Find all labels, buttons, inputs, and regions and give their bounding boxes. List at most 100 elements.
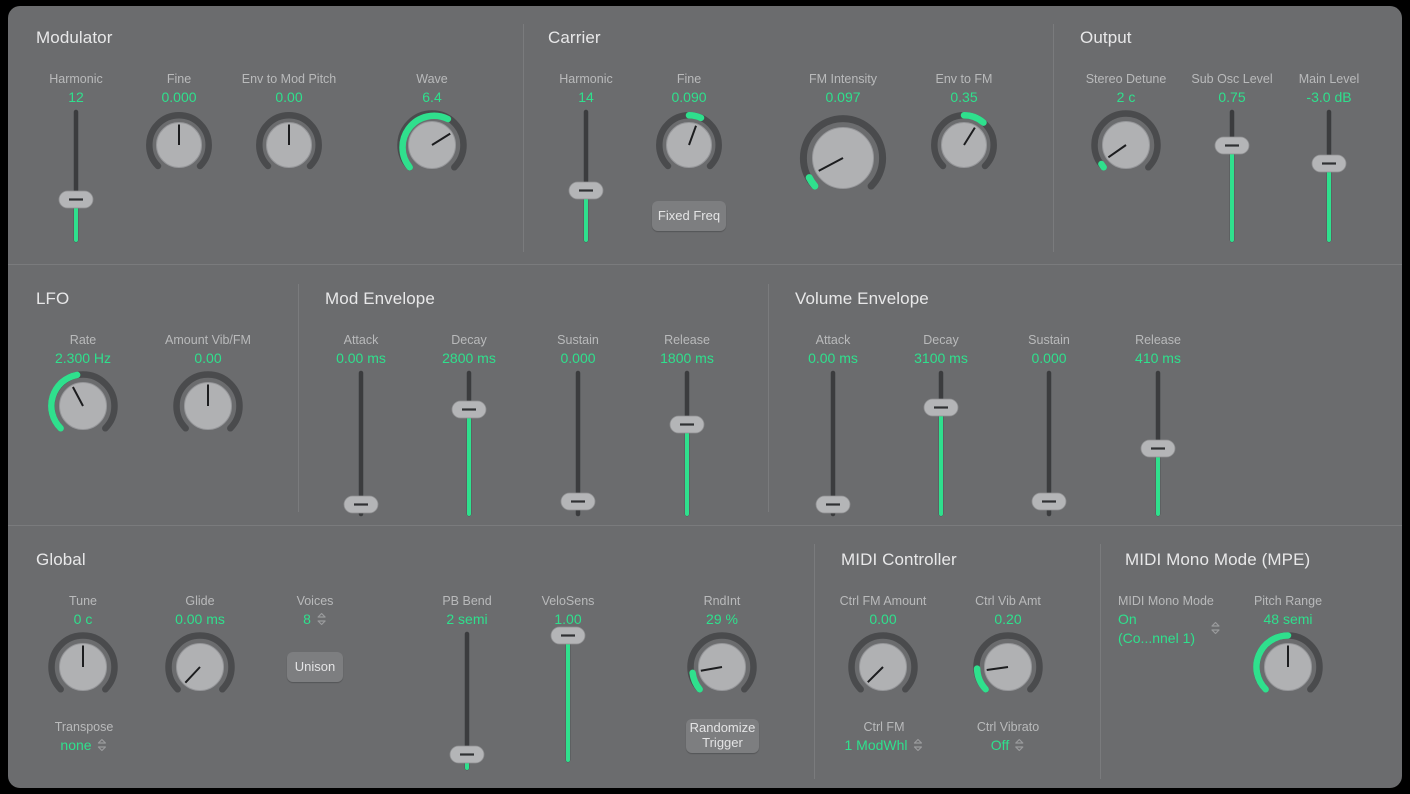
- label-modulator-wave: Wave: [416, 72, 448, 86]
- label-midi-mono-mode: MIDI Mono Mode: [1118, 594, 1214, 608]
- knob-global-glide[interactable]: [165, 632, 235, 702]
- slider-modenv-sustain[interactable]: [558, 370, 598, 517]
- value-carrier-harmonic: 14: [578, 89, 594, 105]
- label-volenv-sustain: Sustain: [1028, 333, 1070, 347]
- stepper-arrows-icon[interactable]: [1014, 738, 1025, 752]
- knob-carrier-env-to-fm[interactable]: [931, 112, 997, 178]
- slider-modenv-attack[interactable]: [341, 370, 381, 517]
- knob-carrier-fm-intensity[interactable]: [799, 114, 887, 202]
- value-global-transpose-row[interactable]: none: [60, 737, 107, 753]
- section-title-mod-envelope: Mod Envelope: [325, 289, 435, 308]
- knob-lfo-rate[interactable]: [48, 371, 118, 441]
- value-modulator-fine: 0.000: [161, 89, 197, 105]
- value-volenv-decay: 3100 ms: [914, 350, 968, 366]
- label-global-pb-bend: PB Bend: [442, 594, 492, 608]
- slider-global-velosens[interactable]: [548, 626, 588, 766]
- knob-ctrl-fm-amount[interactable]: [848, 632, 918, 702]
- label-modenv-attack: Attack: [343, 333, 379, 347]
- label-modenv-decay: Decay: [451, 333, 487, 347]
- knob-carrier-fine[interactable]: [656, 112, 722, 178]
- label-lfo-amount-vib-fm: Amount Vib/FM: [165, 333, 251, 347]
- section-title-lfo: LFO: [36, 289, 70, 308]
- knob-ctrl-vib-amt[interactable]: [973, 632, 1043, 702]
- fm-synth-panel: Modulator Carrier Output Harmonic 12 Fin…: [8, 6, 1402, 788]
- slider-volenv-release[interactable]: [1138, 370, 1178, 517]
- knob-modulator-env-to-mod-pitch[interactable]: [256, 112, 322, 178]
- knob-global-rndint[interactable]: [687, 632, 757, 702]
- label-global-tune: Tune: [68, 594, 98, 608]
- divider-global-midictrl: [814, 544, 815, 779]
- slider-volenv-decay[interactable]: [921, 370, 961, 517]
- value-carrier-fine: 0.090: [671, 89, 707, 105]
- value-global-glide: 0.00 ms: [175, 611, 225, 627]
- value-global-pb-bend: 2 semi: [446, 611, 488, 627]
- divider-midictrl-mpe: [1100, 544, 1101, 779]
- value-modenv-release: 1800 ms: [660, 350, 714, 366]
- value-modulator-harmonic: 12: [68, 89, 84, 105]
- value-ctrl-fm-row[interactable]: 1 ModWhl: [844, 737, 923, 753]
- knob-pitch-range[interactable]: [1253, 632, 1323, 702]
- randomize-trigger-button[interactable]: Randomize Trigger: [686, 719, 759, 753]
- value-volenv-sustain: 0.000: [1031, 350, 1067, 366]
- label-lfo-rate: Rate: [69, 333, 97, 347]
- unison-button[interactable]: Unison: [287, 652, 343, 682]
- value-output-stereo-detune: 2 c: [1116, 89, 1136, 105]
- randomize-trigger-line1: Randomize: [689, 720, 756, 736]
- section-title-midi-mono-mode: MIDI Mono Mode (MPE): [1125, 550, 1311, 569]
- divider-row2-row3: [8, 525, 1402, 526]
- section-title-output: Output: [1080, 28, 1132, 47]
- value-modulator-wave: 6.4: [422, 89, 442, 105]
- slider-modenv-release[interactable]: [667, 370, 707, 517]
- slider-output-sub-osc-level[interactable]: [1212, 109, 1252, 243]
- stepper-arrows-icon[interactable]: [316, 612, 327, 626]
- value-ctrl-vibrato-row[interactable]: Off: [991, 737, 1025, 753]
- label-carrier-env-to-fm: Env to FM: [935, 72, 993, 86]
- section-title-modulator: Modulator: [36, 28, 113, 47]
- knob-global-tune[interactable]: [48, 632, 118, 702]
- divider-modenv-volenv: [768, 284, 769, 512]
- value-volenv-release: 410 ms: [1135, 350, 1181, 366]
- label-pitch-range: Pitch Range: [1253, 594, 1323, 608]
- slider-output-main-level[interactable]: [1309, 109, 1349, 243]
- knob-output-stereo-detune[interactable]: [1091, 110, 1161, 180]
- label-carrier-harmonic: Harmonic: [559, 72, 613, 86]
- knob-modulator-fine[interactable]: [146, 112, 212, 178]
- label-modenv-sustain: Sustain: [557, 333, 599, 347]
- stepper-arrows-icon[interactable]: [913, 738, 924, 752]
- value-output-main-level: -3.0 dB: [1306, 89, 1352, 105]
- knob-modulator-wave[interactable]: [397, 110, 467, 180]
- label-global-rndint: RndInt: [703, 594, 741, 608]
- label-carrier-fine: Fine: [676, 72, 702, 86]
- stepper-arrows-icon[interactable]: [1210, 621, 1221, 640]
- value-ctrl-fm-amount: 0.00: [869, 611, 897, 627]
- value-ctrl-vib-amt: 0.20: [994, 611, 1022, 627]
- slider-carrier-harmonic[interactable]: [566, 109, 606, 243]
- value-lfo-amount-vib-fm: 0.00: [194, 350, 222, 366]
- label-ctrl-fm: Ctrl FM: [863, 720, 905, 734]
- knob-lfo-amount-vib-fm[interactable]: [173, 371, 243, 441]
- value-global-transpose: none: [60, 737, 92, 753]
- divider-lfo-modenv: [298, 284, 299, 512]
- label-volenv-attack: Attack: [815, 333, 851, 347]
- value-global-velosens: 1.00: [554, 611, 582, 627]
- value-midi-mono-mode-line2: (Co...nnel 1): [1118, 630, 1196, 646]
- value-global-tune: 0 c: [73, 611, 93, 627]
- section-title-volume-envelope: Volume Envelope: [795, 289, 929, 308]
- slider-modulator-harmonic[interactable]: [56, 109, 96, 243]
- stepper-arrows-icon[interactable]: [97, 738, 108, 752]
- value-ctrl-vibrato: Off: [990, 737, 1010, 753]
- slider-global-pb-bend[interactable]: [447, 631, 487, 772]
- fixed-freq-button[interactable]: Fixed Freq: [652, 201, 726, 231]
- value-ctrl-fm: 1 ModWhl: [844, 737, 908, 753]
- slider-volenv-sustain[interactable]: [1029, 370, 1069, 517]
- label-volenv-decay: Decay: [923, 333, 959, 347]
- value-global-voices-row[interactable]: 8: [303, 611, 327, 627]
- label-global-voices: Voices: [296, 594, 334, 608]
- divider-modulator-carrier: [523, 24, 524, 252]
- value-lfo-rate: 2.300 Hz: [54, 350, 112, 366]
- slider-volenv-attack[interactable]: [813, 370, 853, 517]
- slider-modenv-decay[interactable]: [449, 370, 489, 517]
- value-modenv-decay: 2800 ms: [442, 350, 496, 366]
- value-pitch-range: 48 semi: [1263, 611, 1313, 627]
- section-title-carrier: Carrier: [548, 28, 601, 47]
